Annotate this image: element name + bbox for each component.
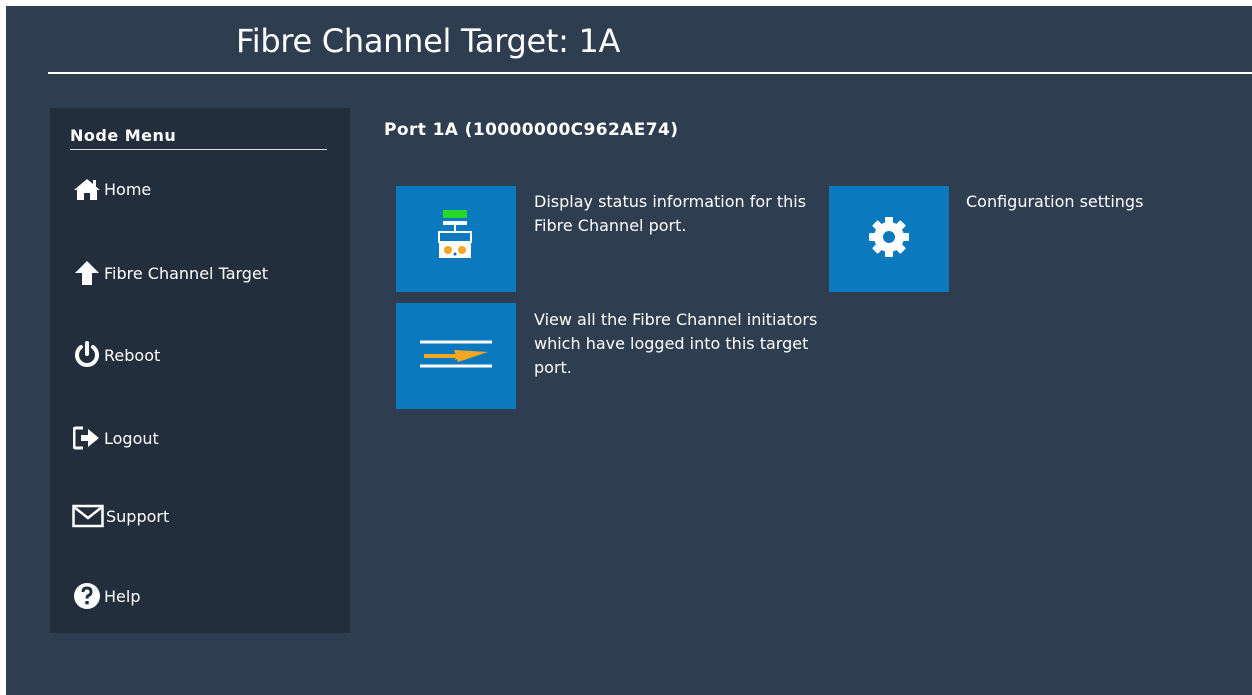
sidebar-item-logout[interactable]: Logout (72, 423, 159, 453)
port-status-description[interactable]: Display status information for this Fibr… (534, 190, 814, 238)
sidebar-item-label: Support (106, 506, 170, 526)
sidebar-item-label: Fibre Channel Target (104, 263, 269, 283)
envelope-icon (72, 501, 104, 531)
arrow-up-icon (72, 258, 102, 288)
question-icon (72, 581, 102, 611)
sidebar-item-label: Reboot (104, 345, 161, 365)
logout-icon (72, 423, 102, 453)
page: Fibre Channel Target: 1A Node Menu Home … (6, 6, 1252, 695)
sidebar-item-support[interactable]: Support (72, 501, 169, 531)
sidebar-item-reboot[interactable]: Reboot (72, 340, 160, 370)
port-title: Port 1A (10000000C962AE74) (384, 120, 679, 140)
port-status-tile[interactable] (396, 186, 516, 292)
sidebar-item-label: Home (104, 179, 152, 199)
sidebar-item-home[interactable]: Home (72, 174, 151, 204)
configuration-description[interactable]: Configuration settings (966, 190, 1236, 214)
home-icon (72, 174, 102, 204)
configuration-tile[interactable] (829, 186, 949, 292)
power-icon (72, 340, 102, 370)
gear-icon (867, 215, 911, 263)
title-divider (48, 72, 1252, 74)
initiators-icon (418, 334, 494, 378)
port-status-icon (434, 202, 478, 276)
sidebar-item-label: Logout (104, 428, 159, 448)
initiators-tile[interactable] (396, 303, 516, 409)
sidebar-item-label: Help (104, 586, 141, 606)
page-title: Fibre Channel Target: 1A (236, 22, 621, 60)
node-menu-heading: Node Menu (70, 126, 327, 150)
node-menu: Node Menu Home Fibre Channel Target Rebo… (50, 108, 350, 633)
sidebar-item-fibre-channel-target[interactable]: Fibre Channel Target (72, 258, 268, 288)
sidebar-item-help[interactable]: Help (72, 581, 140, 611)
initiators-description[interactable]: View all the Fibre Channel initiators wh… (534, 308, 824, 380)
